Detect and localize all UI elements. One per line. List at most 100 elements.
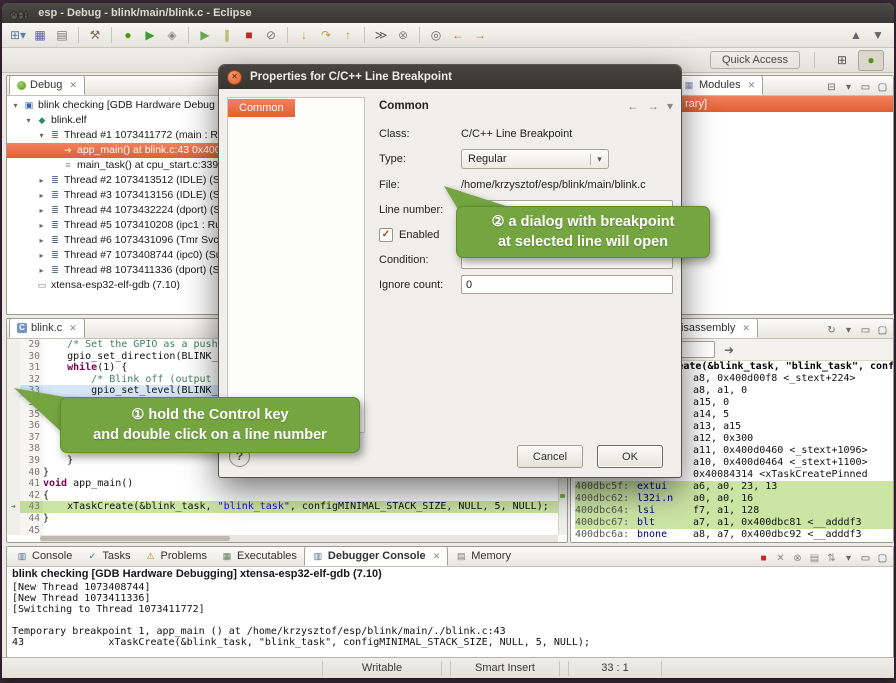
- tree-expander-icon[interactable]: ▸: [37, 233, 46, 248]
- minimize-icon[interactable]: ▭: [858, 80, 873, 95]
- scrollbar-thumb[interactable]: [40, 536, 230, 541]
- external-tools-icon[interactable]: ◈: [162, 26, 182, 45]
- tab-tasks[interactable]: ✓Tasks: [79, 546, 137, 566]
- line-number[interactable]: 44: [20, 513, 43, 525]
- view-menu-icon[interactable]: ▾: [841, 80, 856, 95]
- code-line[interactable]: 45: [7, 525, 567, 536]
- ok-button[interactable]: OK: [597, 445, 663, 468]
- search-icon[interactable]: ◎: [426, 26, 446, 45]
- maximize-icon[interactable]: ▢: [875, 551, 890, 566]
- window-maximize-button[interactable]: ▫: [24, 11, 28, 20]
- category-common[interactable]: Common: [228, 99, 295, 117]
- tab-close-icon[interactable]: ✕: [69, 80, 77, 91]
- debug-tree-item[interactable]: ▸≣Thread #7 1073408744 (ipc0) (Susp: [7, 248, 221, 263]
- debug-tree-item[interactable]: ▾▣blink checking [GDB Hardware Debug: [7, 98, 221, 113]
- tree-expander-icon[interactable]: ▾: [37, 128, 46, 143]
- code-line[interactable]: 41void app_main(): [7, 478, 567, 490]
- prev-annotation-icon[interactable]: ▲: [846, 26, 866, 45]
- line-number[interactable]: 41: [20, 478, 43, 490]
- code-line[interactable]: 42{: [7, 490, 567, 502]
- view-menu-icon[interactable]: ▾: [841, 323, 856, 338]
- skip-breakpoints-icon[interactable]: ⊗: [393, 26, 413, 45]
- debug-tree-item[interactable]: ▾≣Thread #1 1073411772 (main : Runn: [7, 128, 221, 143]
- tab-debugger-console[interactable]: ▥Debugger Console✕: [304, 546, 448, 566]
- resume-icon[interactable]: ▶: [195, 26, 215, 45]
- print-icon[interactable]: ▤: [52, 26, 72, 45]
- view-menu-icon[interactable]: ▾: [667, 99, 673, 113]
- forward-icon[interactable]: →: [647, 99, 659, 113]
- terminate-icon[interactable]: ■: [239, 26, 259, 45]
- debug-tree-item[interactable]: ▾◆blink.elf: [7, 113, 221, 128]
- open-perspective-icon[interactable]: ⊞: [829, 50, 855, 71]
- tree-expander-icon[interactable]: ▾: [11, 98, 20, 113]
- tab-console[interactable]: ▥Console: [9, 546, 79, 566]
- tab-problems[interactable]: ⚠Problems: [137, 546, 213, 566]
- code-line[interactable]: 44}: [7, 513, 567, 525]
- debug-tree-item[interactable]: ▭xtensa-esp32-elf-gdb (7.10): [7, 278, 221, 293]
- enabled-checkbox[interactable]: ✓: [379, 228, 393, 242]
- minimize-icon[interactable]: ▭: [858, 323, 873, 338]
- line-number[interactable]: 42: [20, 490, 43, 502]
- debug-tree-item[interactable]: ▸≣Thread #8 1073411336 (dport) (Sus: [7, 263, 221, 278]
- scroll-lock-icon[interactable]: ⇅: [824, 551, 839, 566]
- step-over-icon[interactable]: ↷: [316, 26, 336, 45]
- window-minimize-button[interactable]: –: [18, 11, 24, 20]
- quick-access-button[interactable]: Quick Access: [710, 51, 800, 69]
- build-icon[interactable]: ⚒: [85, 26, 105, 45]
- disconnect-icon[interactable]: ⊘: [261, 26, 281, 45]
- dialog-close-button[interactable]: ✕: [227, 70, 242, 85]
- go-icon[interactable]: ➜: [719, 340, 739, 359]
- step-return-icon[interactable]: ↑: [338, 26, 358, 45]
- tree-expander-icon[interactable]: ▸: [37, 263, 46, 278]
- debug-icon[interactable]: ●: [118, 26, 138, 45]
- cancel-button[interactable]: Cancel: [517, 445, 583, 468]
- line-number[interactable]: 45: [20, 525, 43, 536]
- tab-blink-c[interactable]: C blink.c ✕: [9, 318, 85, 338]
- tab-close-icon[interactable]: ✕: [748, 80, 756, 91]
- tree-expander-icon[interactable]: ▸: [37, 188, 46, 203]
- instruction-stepping-icon[interactable]: ≫: [371, 26, 391, 45]
- terminate-icon[interactable]: ■: [756, 551, 771, 566]
- maximize-icon[interactable]: ▢: [875, 323, 890, 338]
- type-dropdown[interactable]: Regular ▾: [461, 149, 609, 169]
- run-icon[interactable]: ▶: [140, 26, 160, 45]
- line-number[interactable]: 39: [20, 455, 43, 467]
- line-number[interactable]: 30: [20, 351, 43, 363]
- tree-expander-icon[interactable]: ▸: [37, 173, 46, 188]
- clear-console-icon[interactable]: ▤: [807, 551, 822, 566]
- horizontal-scrollbar[interactable]: [40, 535, 558, 542]
- collapse-all-icon[interactable]: ⊟: [824, 80, 839, 95]
- back-icon[interactable]: ←: [627, 99, 639, 113]
- debug-tree-item[interactable]: ▸≣Thread #5 1073410208 (ipc1 : Runni: [7, 218, 221, 233]
- tree-expander-icon[interactable]: ▸: [37, 218, 46, 233]
- navigate-forward-icon[interactable]: →: [470, 26, 490, 45]
- tab-modules[interactable]: ▦ Modules ✕: [675, 75, 763, 95]
- tab-close-icon[interactable]: ✕: [433, 551, 441, 562]
- debug-tree-item[interactable]: ▸≣Thread #3 1073413156 (IDLE) (Susp: [7, 188, 221, 203]
- refresh-icon[interactable]: ↻: [824, 323, 839, 338]
- line-number[interactable]: 43: [20, 501, 43, 513]
- maximize-icon[interactable]: ▢: [875, 80, 890, 95]
- tab-close-icon[interactable]: ✕: [742, 323, 750, 334]
- minimize-icon[interactable]: ▭: [858, 551, 873, 566]
- debug-tree-item[interactable]: ▸≣Thread #2 1073413512 (IDLE) (Susp: [7, 173, 221, 188]
- window-close-button[interactable]: ✕: [10, 11, 18, 20]
- code-line[interactable]: ➔43 xTaskCreate(&blink_task, "blink_task…: [7, 501, 567, 513]
- new-wizard-icon[interactable]: ⊞▾: [8, 26, 28, 45]
- display-console-icon[interactable]: ▾: [841, 551, 856, 566]
- line-number[interactable]: 40: [20, 467, 43, 479]
- remove-launch-icon[interactable]: ✕: [773, 551, 788, 566]
- step-into-icon[interactable]: ↓: [294, 26, 314, 45]
- tree-expander-icon[interactable]: ▸: [37, 203, 46, 218]
- debug-tree-item[interactable]: ▸≣Thread #6 1073431096 (Tmr Svc) (S: [7, 233, 221, 248]
- debug-tree-item[interactable]: ➔app_main() at blink.c:43 0x400db: [7, 143, 221, 158]
- save-icon[interactable]: ▦: [30, 26, 50, 45]
- tree-expander-icon[interactable]: ▸: [37, 248, 46, 263]
- tab-debug[interactable]: Debug ✕: [9, 75, 85, 95]
- tree-expander-icon[interactable]: ▾: [24, 113, 33, 128]
- ignore-count-input[interactable]: [461, 275, 673, 294]
- tab-close-icon[interactable]: ✕: [69, 323, 77, 334]
- suspend-icon[interactable]: ∥: [217, 26, 237, 45]
- debug-perspective-icon[interactable]: ●: [858, 50, 884, 71]
- debug-tree-item[interactable]: ▸≣Thread #4 1073432224 (dport) (Sus: [7, 203, 221, 218]
